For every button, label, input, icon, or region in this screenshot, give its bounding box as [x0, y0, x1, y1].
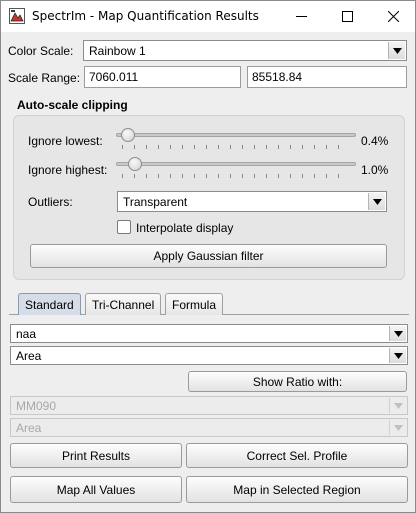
minimize-button[interactable]	[278, 1, 324, 32]
element-select[interactable]: naa	[10, 324, 408, 343]
outliers-select[interactable]: Transparent	[117, 191, 387, 212]
apply-gaussian-label: Apply Gaussian filter	[153, 249, 264, 263]
correct-profile-label: Correct Sel. Profile	[246, 448, 348, 463]
ignore-lowest-thumb[interactable]	[121, 128, 135, 142]
tab-standard[interactable]: Standard	[18, 293, 81, 315]
auto-scale-title: Auto-scale clipping	[17, 98, 128, 112]
correct-profile-button[interactable]: Correct Sel. Profile	[186, 443, 408, 468]
ignore-lowest-value: 0.4%	[361, 134, 389, 148]
color-scale-select[interactable]: Rainbow 1	[83, 40, 407, 61]
show-ratio-label: Show Ratio with:	[252, 374, 343, 389]
chevron-down-icon	[388, 42, 405, 59]
ignore-highest-value: 1.0%	[361, 163, 389, 177]
ignore-lowest-ticks	[122, 145, 350, 149]
app-icon	[9, 8, 25, 24]
ignore-highest-track[interactable]	[116, 162, 356, 166]
print-results-button[interactable]: Print Results	[10, 443, 182, 468]
map-all-values-label: Map All Values	[56, 482, 136, 497]
print-results-label: Print Results	[61, 448, 131, 463]
measure-select[interactable]: Area	[10, 346, 408, 365]
chevron-down-icon	[389, 348, 406, 363]
outliers-label: Outliers:	[28, 195, 73, 209]
measure-value: Area	[16, 348, 42, 363]
map-selected-region-button[interactable]: Map in Selected Region	[186, 476, 408, 503]
scale-range-max-value: 85518.84	[252, 70, 303, 84]
ignore-lowest-label: Ignore lowest:	[28, 134, 103, 148]
map-quantification-window: SpectrIm - Map Quantification Results Co…	[0, 0, 416, 513]
outliers-value: Transparent	[123, 194, 188, 209]
scale-range-min-input[interactable]: 7060.011	[84, 66, 241, 88]
scale-range-max-input[interactable]: 85518.84	[247, 66, 407, 88]
chevron-down-icon	[389, 326, 406, 341]
ignore-highest-thumb[interactable]	[128, 157, 142, 171]
close-icon	[387, 11, 399, 22]
title-bar[interactable]: SpectrIm - Map Quantification Results	[1, 1, 415, 32]
element-value: naa	[16, 326, 37, 341]
show-ratio-button[interactable]: Show Ratio with:	[188, 371, 407, 392]
scale-range-min-value: 7060.011	[89, 70, 139, 84]
map-all-values-button[interactable]: Map All Values	[10, 476, 182, 503]
tab-formula[interactable]: Formula	[165, 293, 224, 315]
window-title: SpectrIm - Map Quantification Results	[32, 9, 259, 23]
tab-tri-channel-label: Tri-Channel	[92, 297, 155, 312]
close-button[interactable]	[370, 1, 416, 32]
interpolate-label: Interpolate display	[136, 221, 234, 235]
maximize-button[interactable]	[324, 1, 370, 32]
color-scale-value: Rainbow 1	[89, 43, 146, 58]
minimize-icon	[295, 16, 307, 17]
ignore-highest-ticks	[122, 174, 350, 178]
scale-range-label: Scale Range:	[8, 71, 81, 85]
chevron-down-icon	[389, 420, 406, 435]
interpolate-checkbox[interactable]	[117, 220, 131, 234]
ignore-lowest-track[interactable]	[116, 133, 356, 137]
tab-tri-channel[interactable]: Tri-Channel	[85, 293, 162, 315]
chevron-down-icon	[389, 398, 406, 413]
ratio-element-value: MM090	[16, 398, 57, 413]
ratio-measure-value: Area	[16, 420, 42, 435]
tab-formula-label: Formula	[172, 297, 217, 312]
ratio-measure-select: Area	[10, 418, 408, 437]
tab-standard-label: Standard	[25, 297, 74, 312]
map-selected-region-label: Map in Selected Region	[233, 482, 361, 497]
color-scale-label: Color Scale:	[8, 44, 74, 58]
maximize-icon	[341, 11, 353, 22]
apply-gaussian-button[interactable]: Apply Gaussian filter	[30, 244, 387, 268]
chevron-down-icon	[368, 193, 385, 210]
ignore-highest-label: Ignore highest:	[28, 163, 108, 177]
ratio-element-select: MM090	[10, 396, 408, 415]
